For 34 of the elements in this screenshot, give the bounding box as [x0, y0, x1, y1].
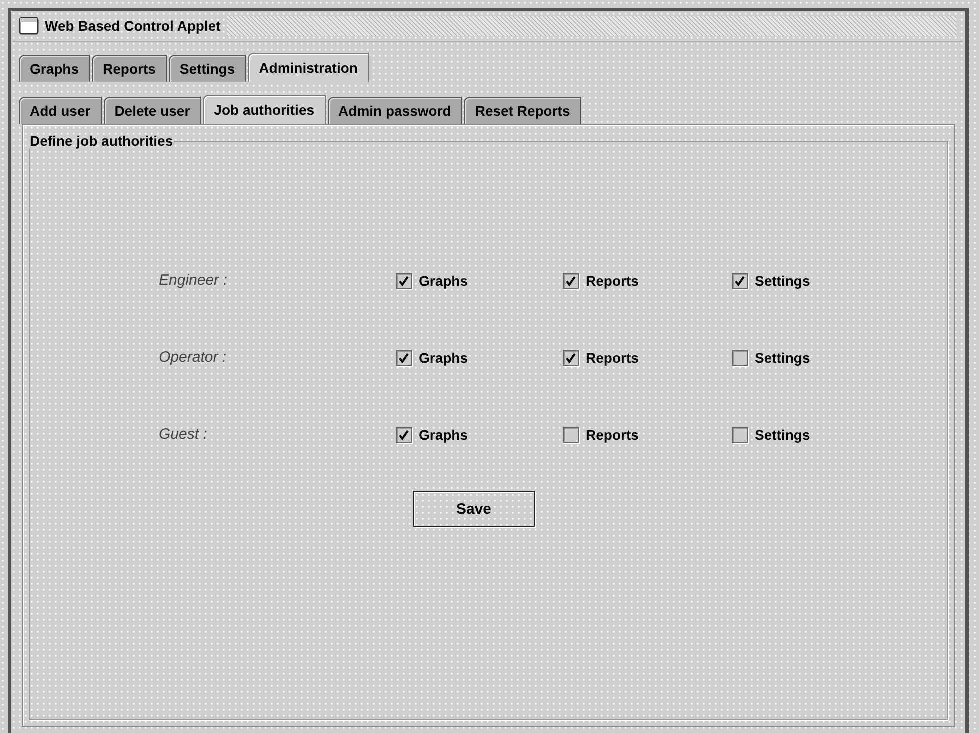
- checkbox[interactable]: [563, 272, 579, 288]
- checkbox-label: Reports: [586, 350, 639, 366]
- tab[interactable]: Graphs: [19, 55, 90, 82]
- role-label: Guest :: [159, 426, 208, 443]
- tab[interactable]: Settings: [168, 55, 246, 82]
- checkbox[interactable]: [563, 426, 579, 442]
- tab[interactable]: Job authorities: [203, 95, 326, 124]
- checkbox[interactable]: [732, 272, 748, 288]
- tab[interactable]: Delete user: [104, 97, 202, 124]
- window-icon: [19, 17, 39, 35]
- checkbox[interactable]: [396, 272, 412, 288]
- checkbox-label: Settings: [755, 350, 810, 366]
- checkbox-label: Settings: [755, 272, 810, 288]
- role-label: Engineer :: [159, 272, 228, 289]
- tab[interactable]: Reports: [92, 55, 167, 82]
- checkbox[interactable]: [732, 350, 748, 366]
- checkbox-label: Graphs: [419, 350, 468, 366]
- save-button[interactable]: Save: [413, 491, 535, 527]
- checkbox[interactable]: [563, 350, 579, 366]
- tab[interactable]: Administration: [248, 53, 369, 82]
- group-title: Define job authorities: [29, 133, 174, 149]
- window-title: Web Based Control Applet: [45, 18, 221, 34]
- tab[interactable]: Add user: [19, 97, 102, 124]
- checkbox-label: Graphs: [419, 426, 468, 442]
- checkbox-label: Reports: [586, 272, 639, 288]
- tab[interactable]: Admin password: [328, 97, 462, 124]
- checkbox[interactable]: [396, 350, 412, 366]
- checkbox-label: Settings: [755, 426, 810, 442]
- checkbox-label: Graphs: [419, 272, 468, 288]
- checkbox[interactable]: [732, 426, 748, 442]
- checkbox-label: Reports: [586, 426, 639, 442]
- tab[interactable]: Reset Reports: [464, 97, 582, 124]
- checkbox[interactable]: [396, 426, 412, 442]
- role-label: Operator :: [159, 349, 228, 366]
